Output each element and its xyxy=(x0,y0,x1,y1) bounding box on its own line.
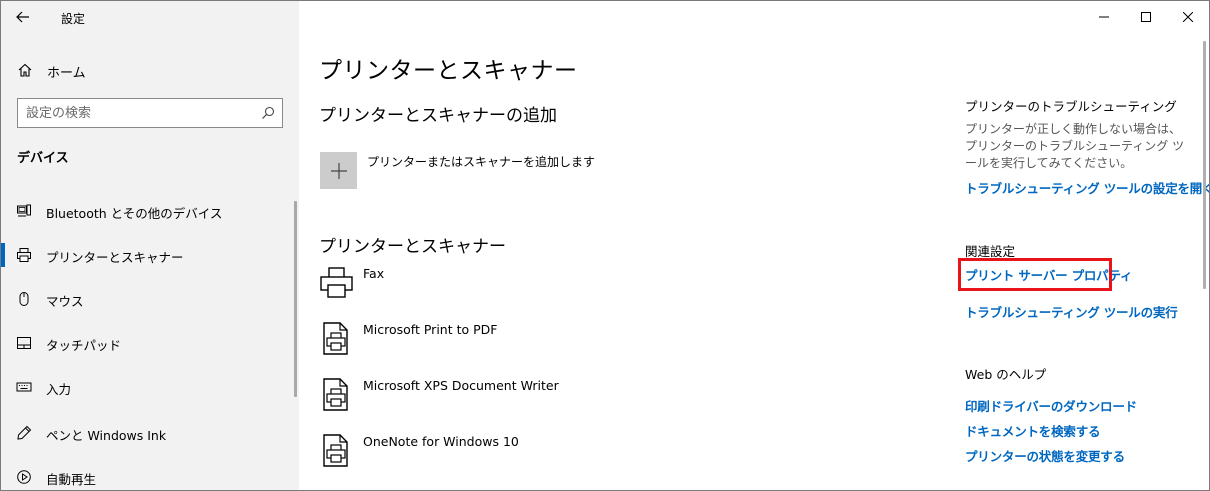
back-button[interactable] xyxy=(9,5,37,29)
page-title: プリンターとスキャナー xyxy=(319,58,578,84)
document-printer-icon xyxy=(323,434,348,467)
printer-item-xps[interactable]: Microsoft XPS Document Writer xyxy=(319,377,739,427)
printers-list-title: プリンターとスキャナー xyxy=(319,237,506,257)
change-printer-status-link[interactable]: プリンターの状態を変更する xyxy=(965,446,1125,465)
keyboard-icon xyxy=(16,382,32,392)
run-troubleshooter-link[interactable]: トラブルシューティング ツールの実行 xyxy=(965,302,1178,321)
document-printer-icon xyxy=(323,322,348,355)
settings-window: 設定 ホーム デバイス Bluetooth とその他のデバイス xyxy=(0,0,1210,491)
highlight-annotation xyxy=(958,258,1112,291)
web-help-heading: Web のヘルプ xyxy=(965,367,1047,382)
document-printer-icon xyxy=(323,378,348,411)
active-indicator xyxy=(1,243,5,267)
main-content: プリンターとスキャナー プリンターとスキャナーの追加 プリンターまたはスキャナー… xyxy=(299,1,1209,490)
plus-icon xyxy=(330,162,347,179)
troubleshoot-description: プリンターが正しく動作しない場合は、プリンターのトラブルシューティング ツールを… xyxy=(965,122,1185,170)
printer-name: Microsoft Print to PDF xyxy=(363,322,498,337)
printer-name: Fax xyxy=(363,266,385,281)
sidebar-item-printers[interactable]: プリンターとスキャナー xyxy=(1,235,295,275)
bluetooth-devices-icon xyxy=(17,204,31,217)
add-printer-button[interactable] xyxy=(320,152,357,189)
sidebar-item-touchpad[interactable]: タッチパッド xyxy=(1,323,295,363)
sidebar-item-autoplay[interactable]: 自動再生 xyxy=(1,457,295,490)
mouse-icon xyxy=(19,292,29,306)
search-icon[interactable] xyxy=(261,106,275,120)
troubleshoot-heading: プリンターのトラブルシューティング xyxy=(965,99,1177,114)
printer-item-partial[interactable] xyxy=(319,485,659,490)
open-troubleshooter-settings-link[interactable]: トラブルシューティング ツールの設定を開く xyxy=(965,178,1209,197)
main-scrollbar[interactable] xyxy=(1203,41,1206,289)
add-printer-label[interactable]: プリンターまたはスキャナーを追加します xyxy=(367,153,595,170)
sidebar-item-label: プリンターとスキャナー xyxy=(46,250,184,265)
search-documents-link[interactable]: ドキュメントを検索する xyxy=(965,421,1101,440)
add-section-title: プリンターとスキャナーの追加 xyxy=(319,106,557,126)
sidebar-item-input[interactable]: 入力 xyxy=(1,367,295,407)
search-box[interactable] xyxy=(17,98,283,128)
download-print-driver-link[interactable]: 印刷ドライバーのダウンロード xyxy=(965,396,1137,415)
fax-printer-icon xyxy=(320,267,353,298)
section-label-devices: デバイス xyxy=(17,151,69,166)
sidebar-item-home[interactable]: ホーム xyxy=(1,53,299,87)
sidebar-item-mouse[interactable]: マウス xyxy=(1,279,295,319)
pen-icon xyxy=(17,425,32,440)
window-title: 設定 xyxy=(61,12,86,26)
title-bar: 設定 xyxy=(1,1,299,33)
search-input[interactable] xyxy=(26,103,256,123)
sidebar-item-label: タッチパッド xyxy=(46,338,122,353)
sidebar-item-bluetooth[interactable]: Bluetooth とその他のデバイス xyxy=(1,191,295,231)
touchpad-icon xyxy=(17,337,31,349)
printer-icon xyxy=(17,248,31,262)
printer-item-pdf[interactable]: Microsoft Print to PDF xyxy=(319,321,739,371)
printer-item-onenote[interactable]: OneNote for Windows 10 xyxy=(319,433,739,483)
sidebar-item-label: 自動再生 xyxy=(46,472,97,487)
sidebar-item-label: マウス xyxy=(46,294,84,309)
back-arrow-icon xyxy=(16,11,29,23)
printer-name: OneNote for Windows 10 xyxy=(363,434,519,449)
sidebar-item-pen[interactable]: ペンと Windows Ink xyxy=(1,413,295,453)
sidebar: 設定 ホーム デバイス Bluetooth とその他のデバイス xyxy=(1,1,299,490)
printer-item-fax[interactable]: Fax xyxy=(319,265,739,315)
sidebar-item-label: 入力 xyxy=(46,382,72,397)
home-icon xyxy=(18,63,32,77)
autoplay-icon xyxy=(17,470,31,484)
sidebar-item-label: ホーム xyxy=(47,66,86,81)
sidebar-item-label: ペンと Windows Ink xyxy=(46,428,167,443)
sidebar-item-label: Bluetooth とその他のデバイス xyxy=(46,206,223,221)
sidebar-scrollbar[interactable] xyxy=(294,201,297,397)
printer-name: Microsoft XPS Document Writer xyxy=(363,378,559,393)
